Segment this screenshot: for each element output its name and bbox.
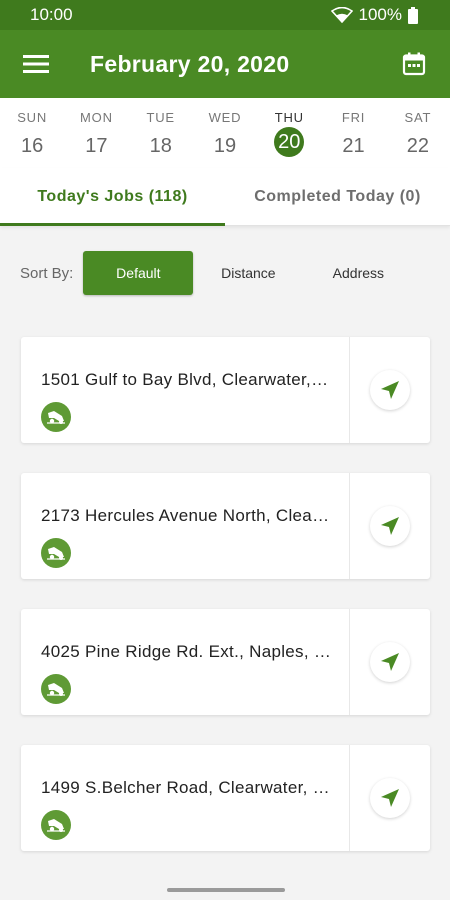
job-card[interactable]: 1501 Gulf to Bay Blvd, Clearwater, FL: [21, 337, 430, 443]
day-name: MON: [80, 110, 113, 125]
navigate-button[interactable]: [350, 473, 430, 579]
job-card[interactable]: 1499 S.Belcher Road, Clearwater, FL: [21, 745, 430, 851]
day-tue[interactable]: TUE 18: [129, 98, 193, 168]
day-name: FRI: [341, 110, 366, 125]
navigate-button[interactable]: [350, 337, 430, 443]
job-list: 1501 Gulf to Bay Blvd, Clearwater, FL 217…: [21, 337, 430, 881]
selected-date-badge: 20: [274, 127, 305, 157]
menu-button[interactable]: [0, 30, 72, 98]
day-wed[interactable]: WED 19: [193, 98, 257, 168]
job-address: 1499 S.Belcher Road, Clearwater, FL: [41, 778, 331, 797]
week-strip: SUN 16 MON 17 TUE 18 WED 19 THU 20 FRI 21 SAT 22: [0, 98, 450, 168]
navigate-button[interactable]: [350, 745, 430, 851]
hamburger-menu-icon: [23, 55, 49, 73]
lawn-mower-icon: [41, 810, 71, 840]
app-bar: February 20, 2020: [0, 30, 450, 98]
sort-default-button[interactable]: Default: [83, 251, 194, 295]
sort-address-button[interactable]: Address: [303, 251, 413, 295]
day-name: SAT: [404, 110, 432, 125]
calendar-button[interactable]: [384, 30, 444, 98]
navigation-arrow-icon: [370, 778, 410, 818]
job-card[interactable]: 4025 Pine Ridge Rd. Ext., Naples, FL: [21, 609, 430, 715]
wifi-icon: [330, 7, 353, 23]
day-number: 17: [85, 135, 108, 157]
job-info[interactable]: 2173 Hercules Avenue North, Clearwater, …: [21, 473, 350, 579]
navigation-arrow-icon: [370, 370, 410, 410]
battery-icon: [408, 6, 418, 24]
day-sun[interactable]: SUN 16: [0, 98, 64, 168]
job-address: 1501 Gulf to Bay Blvd, Clearwater, FL: [41, 370, 331, 389]
sort-options: Default Distance Address: [83, 251, 413, 295]
lawn-mower-icon: [41, 538, 71, 568]
status-icons: 100%: [330, 5, 418, 25]
status-time: 10:00: [30, 5, 73, 24]
job-info[interactable]: 1499 S.Belcher Road, Clearwater, FL: [21, 745, 350, 851]
day-number: 16: [21, 135, 44, 157]
day-mon[interactable]: MON 17: [64, 98, 128, 168]
navigate-button[interactable]: [350, 609, 430, 715]
job-card[interactable]: 2173 Hercules Avenue North, Clearwater, …: [21, 473, 430, 579]
home-indicator[interactable]: [167, 888, 285, 892]
job-info[interactable]: 1501 Gulf to Bay Blvd, Clearwater, FL: [21, 337, 350, 443]
sort-distance-button[interactable]: Distance: [193, 251, 303, 295]
navigation-arrow-icon: [370, 506, 410, 546]
day-number: 22: [406, 135, 429, 157]
day-thu[interactable]: THU 20: [257, 98, 321, 168]
status-bar: 10:00 100%: [0, 0, 450, 30]
day-number: 18: [149, 135, 172, 157]
page-title: February 20, 2020: [90, 50, 290, 77]
job-address: 2173 Hercules Avenue North, Clearwater, …: [41, 506, 331, 525]
job-address: 4025 Pine Ridge Rd. Ext., Naples, FL: [41, 642, 331, 661]
day-number: 21: [342, 135, 365, 157]
lawn-mower-icon: [41, 674, 71, 704]
day-name: SUN: [17, 110, 48, 125]
day-number: 19: [213, 135, 237, 157]
sort-bar: Sort By: Default Distance Address: [20, 251, 413, 295]
calendar-icon: [402, 52, 426, 76]
tab-todays-jobs[interactable]: Today's Jobs (118): [0, 168, 225, 226]
day-sat[interactable]: SAT 22: [386, 98, 450, 168]
navigation-arrow-icon: [370, 642, 410, 682]
lawn-mower-icon: [41, 402, 71, 432]
job-info[interactable]: 4025 Pine Ridge Rd. Ext., Naples, FL: [21, 609, 350, 715]
day-fri[interactable]: FRI 21: [321, 98, 385, 168]
battery-percent: 100%: [358, 5, 402, 24]
day-name: TUE: [146, 110, 175, 125]
tab-bar: Today's Jobs (118) Completed Today (0): [0, 168, 450, 226]
tab-completed-today[interactable]: Completed Today (0): [225, 168, 450, 225]
day-name: THU: [274, 110, 304, 125]
sort-label: Sort By:: [20, 264, 74, 282]
day-name: WED: [208, 110, 242, 125]
